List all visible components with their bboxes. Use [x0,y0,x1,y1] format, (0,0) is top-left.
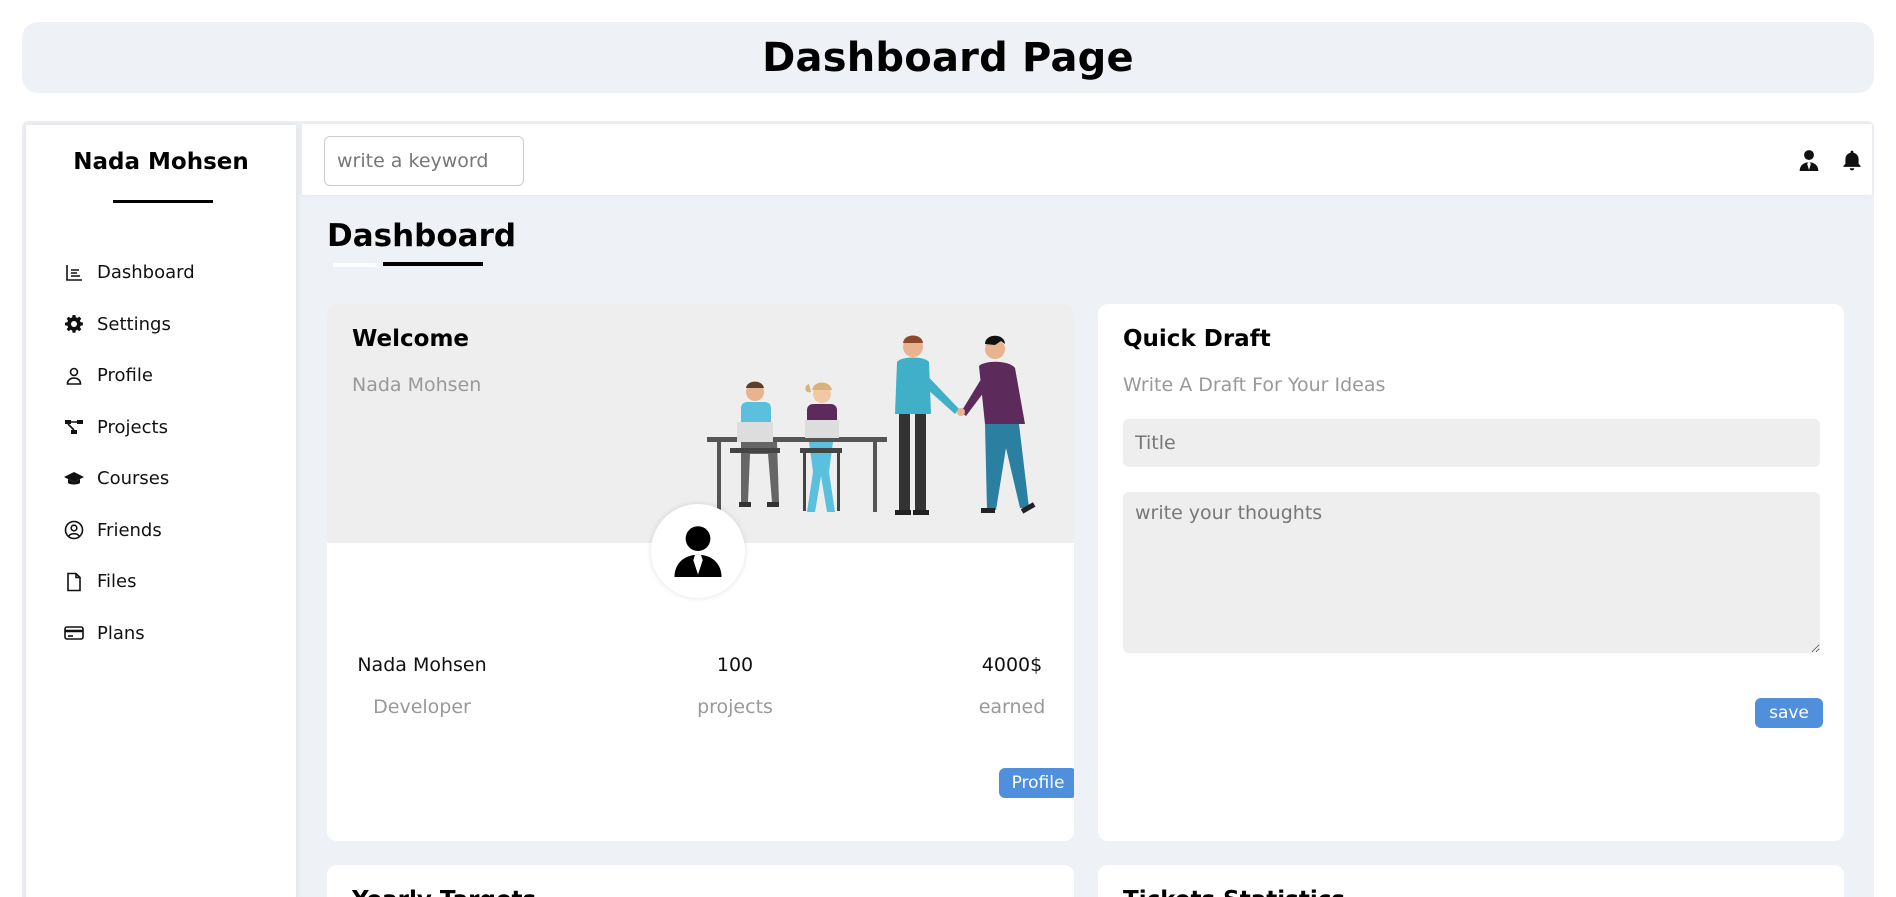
sidebar-item-friends[interactable]: Friends [63,505,195,557]
graduation-cap-icon [63,468,85,490]
welcome-subtitle: Nada Mohsen [352,374,482,396]
chart-icon [63,262,85,284]
yearly-targets-title: Yearly Targets [352,887,536,897]
welcome-title: Welcome [352,326,470,352]
sidebar-user-underline [113,200,213,203]
page-header: Dashboard Page [22,22,1874,93]
user-tie-icon [674,526,722,577]
sidebar-item-label: Files [97,571,137,593]
sidebar-item-dashboard[interactable]: Dashboard [63,247,195,299]
section-title: Dashboard [327,218,517,254]
sidebar-item-profile[interactable]: Profile [63,350,195,402]
sidebar-item-label: Courses [97,468,170,490]
yearly-targets-card: Yearly Targets [327,865,1074,897]
draft-thoughts-textarea[interactable] [1123,492,1820,653]
stat-label: Developer [373,696,471,718]
sidebar-item-label: Plans [97,622,145,644]
user-tie-icon[interactable] [1797,148,1821,172]
stat-value: Nada Mohsen [357,654,487,676]
sidebar-user-name: Nada Mohsen [73,149,249,175]
draft-title-input[interactable] [1123,419,1820,467]
profile-button[interactable]: Profile [999,768,1074,798]
sidebar-item-label: Friends [97,519,162,541]
sidebar-item-files[interactable]: Files [63,556,195,608]
bell-icon[interactable] [1840,148,1864,172]
file-icon [63,571,85,593]
quick-draft-card: Quick Draft Write A Draft For Your Ideas… [1098,304,1844,841]
sidebar-item-label: Settings [97,313,171,335]
stat-value: 4000$ [981,654,1043,676]
sidebar-nav: Dashboard Settings Profile Projects Cour… [63,247,195,659]
quick-draft-subtitle: Write A Draft For Your Ideas [1123,374,1386,396]
page-title: Dashboard Page [762,34,1134,81]
sidebar: Nada Mohsen Dashboard Settings Profile P… [26,125,296,897]
welcome-card: Welcome Nada Mohsen Nada Mohsen Develope… [327,304,1074,841]
quick-draft-title: Quick Draft [1123,326,1271,352]
tickets-statistics-card: Tickets Statistics [1098,865,1844,897]
sidebar-item-label: Dashboard [97,262,195,284]
stat-label: earned [978,696,1046,718]
team-illustration [707,335,1036,515]
gear-icon [63,313,85,335]
stat-projects: 100 projects [665,654,805,718]
user-icon [63,365,85,387]
stat-value: 100 [716,654,754,676]
stat-name: Nada Mohsen Developer [352,654,492,718]
app-shell: Nada Mohsen Dashboard Settings Profile P… [22,121,1874,897]
credit-card-icon [63,622,85,644]
tickets-statistics-title: Tickets Statistics [1123,887,1345,897]
avatar [651,504,745,598]
stat-label: projects [697,696,773,718]
topbar [302,124,1872,195]
sidebar-item-courses[interactable]: Courses [63,453,195,505]
sidebar-item-label: Profile [97,365,153,387]
section-title-underline [383,262,483,266]
save-button[interactable]: save [1755,698,1823,728]
diagram-icon [63,416,85,438]
sidebar-item-settings[interactable]: Settings [63,299,195,351]
circle-user-icon [63,519,85,541]
stat-earned: 4000$ earned [967,654,1057,718]
section-title-underline-light [333,263,377,267]
sidebar-item-projects[interactable]: Projects [63,402,195,454]
sidebar-item-plans[interactable]: Plans [63,608,195,660]
sidebar-item-label: Projects [97,416,168,438]
search-input[interactable] [324,136,524,186]
